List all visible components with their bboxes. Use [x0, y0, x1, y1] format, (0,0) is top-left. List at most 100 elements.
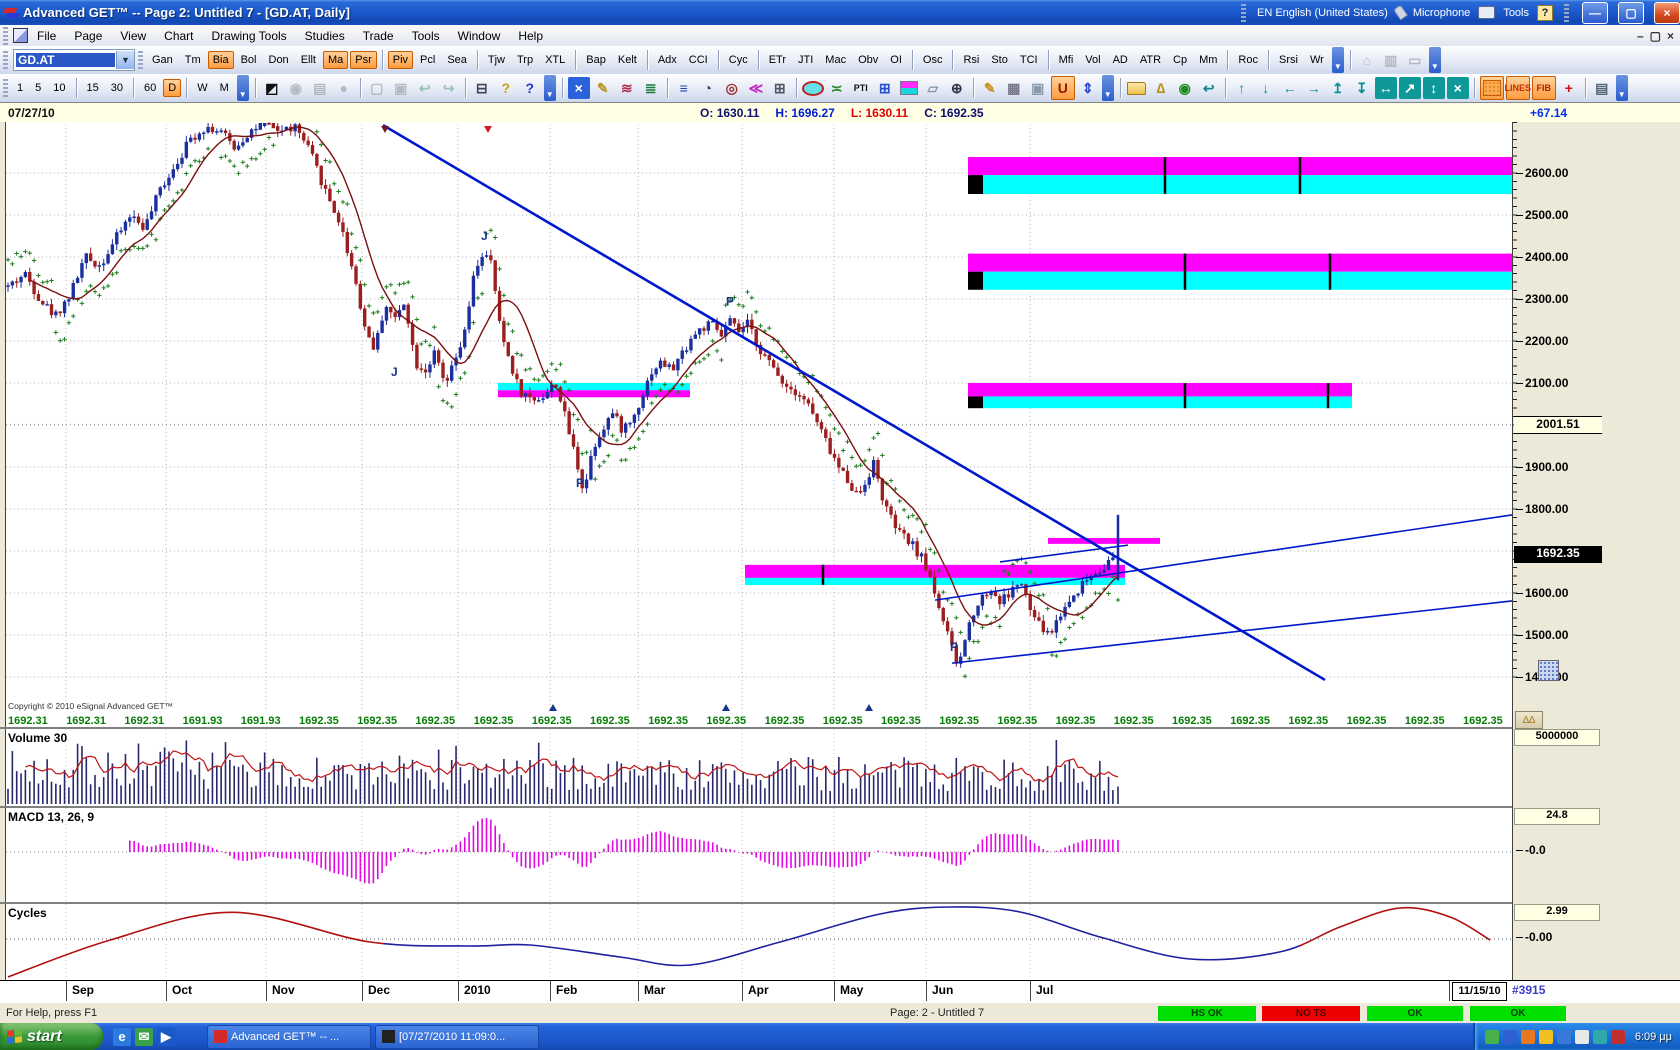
bar-type-icon[interactable]: ▤	[309, 77, 331, 99]
align-icon[interactable]: ⇕	[1077, 77, 1099, 99]
ellipse-tool-icon[interactable]	[802, 77, 824, 99]
chart-window-icon[interactable]	[13, 28, 28, 43]
multi-lines-icon[interactable]: ≣	[640, 77, 662, 99]
restore-button[interactable]: ▢	[1618, 2, 1644, 24]
region-icon[interactable]	[1480, 76, 1504, 100]
study-button-adx[interactable]: Adx	[653, 51, 682, 69]
taskbar-task-2[interactable]: [07/27/2010 11:09:0...	[375, 1025, 539, 1049]
tray-icon-5[interactable]	[1557, 1030, 1571, 1044]
combo-dropdown-icon[interactable]: ▼	[116, 51, 134, 69]
study-button-kelt[interactable]: Kelt	[613, 51, 642, 69]
eraser-icon[interactable]: ▱	[922, 77, 944, 99]
step-down-icon[interactable]: ↧	[1351, 77, 1373, 99]
tray-icon-7[interactable]	[1593, 1030, 1607, 1044]
forward-icon[interactable]: ↪	[438, 77, 460, 99]
study-button-etr[interactable]: ETr	[764, 51, 791, 69]
toolbar-overflow-icon[interactable]: ▼	[544, 75, 556, 101]
interval-button-1[interactable]: 1	[12, 79, 28, 97]
tray-icon-6[interactable]	[1575, 1030, 1589, 1044]
study-button-ellt[interactable]: Ellt	[296, 51, 321, 69]
price-axis[interactable]: 2600.002500.002400.002300.002200.002100.…	[1512, 122, 1680, 980]
window-icon[interactable]: ▭	[1404, 49, 1426, 71]
home-icon[interactable]: ⌂	[1356, 49, 1378, 71]
menu-studies[interactable]: Studies	[296, 27, 354, 45]
target-icon[interactable]: ◎	[721, 77, 743, 99]
language-tools-button[interactable]: Tools	[1503, 7, 1529, 19]
scales-button[interactable]: ∆∆	[1515, 711, 1543, 729]
fan-lines-icon[interactable]: ≪	[745, 77, 767, 99]
menu-page[interactable]: Page	[65, 27, 111, 45]
arrow-left-icon[interactable]: ←	[1279, 77, 1301, 99]
clock-icon[interactable]: ◔	[697, 77, 719, 99]
expand-v-icon[interactable]: ↕	[1423, 77, 1445, 99]
properties-icon[interactable]: ▤	[1591, 77, 1613, 99]
interval-button-5[interactable]: 5	[30, 79, 46, 97]
quicklaunch-media-icon[interactable]: ▶	[157, 1028, 175, 1046]
study-button-jti[interactable]: JTI	[793, 51, 818, 69]
taskbar-task-1[interactable]: Advanced GET™ -- ...	[207, 1025, 371, 1049]
study-button-srsi[interactable]: Srsi	[1274, 51, 1303, 69]
interval-button-60[interactable]: 60	[139, 79, 161, 97]
study-button-trp[interactable]: Trp	[512, 51, 538, 69]
language-indicator[interactable]: EN English (United States)	[1257, 7, 1388, 19]
tray-icon-1[interactable]	[1485, 1030, 1499, 1044]
study-button-osc[interactable]: Osc	[918, 51, 948, 69]
study-button-tm[interactable]: Tm	[180, 51, 206, 69]
interval-button-30[interactable]: 30	[106, 79, 128, 97]
volume-panel[interactable]: Volume 30	[0, 727, 1512, 808]
menu-window[interactable]: Window	[449, 27, 510, 45]
context-help-icon[interactable]: ?	[519, 77, 541, 99]
arrow-up-icon[interactable]: ↑	[1231, 77, 1253, 99]
language-bar-grip[interactable]	[1241, 4, 1246, 22]
study-button-mm[interactable]: Mm	[1194, 51, 1222, 69]
close-button[interactable]: ×	[1654, 2, 1680, 24]
study-button-sto[interactable]: Sto	[986, 51, 1013, 69]
mdi-minimize-button[interactable]: –	[1637, 29, 1644, 43]
study-button-psr[interactable]: Psr	[350, 51, 377, 69]
symbol-input[interactable]: GD.AT	[16, 53, 115, 67]
start-button[interactable]: start	[0, 1023, 103, 1050]
tray-icon-4[interactable]	[1539, 1030, 1553, 1044]
study-button-xtl[interactable]: XTL	[540, 51, 570, 69]
study-button-piv[interactable]: Piv	[388, 51, 413, 69]
chart-canvas[interactable]: JJPPPCopyright © 2010 eSignal Advanced G…	[0, 122, 1512, 727]
study-button-ad[interactable]: AD	[1108, 51, 1133, 69]
mob-icon[interactable]	[898, 77, 920, 99]
menu-file[interactable]: File	[28, 27, 65, 45]
cycles-panel[interactable]: Cycles	[0, 902, 1512, 982]
pencil-icon[interactable]: ✎	[592, 77, 614, 99]
study-button-roc[interactable]: Roc	[1233, 51, 1263, 69]
trendlines-icon[interactable]: ≡	[673, 77, 695, 99]
grid-blue-icon[interactable]: ⊞	[874, 77, 896, 99]
interval-button-15[interactable]: 15	[82, 79, 104, 97]
toolbar-overflow-icon[interactable]: ▼	[237, 75, 249, 101]
study-button-ma[interactable]: Ma	[323, 51, 348, 69]
symbol-combobox[interactable]: GD.AT▼	[13, 49, 135, 71]
pencil2-icon[interactable]: ✎	[979, 77, 1001, 99]
study-button-don[interactable]: Don	[264, 51, 294, 69]
study-button-obv[interactable]: Obv	[853, 51, 883, 69]
study-button-mac[interactable]: Mac	[820, 51, 851, 69]
menu-help[interactable]: Help	[509, 27, 552, 45]
study-button-cyc[interactable]: Cyc	[724, 51, 753, 69]
interval-button-m[interactable]: M	[215, 79, 234, 97]
tray-icon-3[interactable]	[1521, 1030, 1535, 1044]
toolbar-overflow-icon[interactable]: ▼	[1429, 47, 1441, 73]
fib-panel-icon[interactable]: FIB	[1532, 76, 1556, 100]
menu-trade[interactable]: Trade	[354, 27, 403, 45]
study-button-bol[interactable]: Bol	[236, 51, 262, 69]
study-button-cp[interactable]: Cp	[1168, 51, 1192, 69]
oval-tool-icon[interactable]: ●	[333, 77, 355, 99]
chart-style-icon[interactable]: ◩	[261, 77, 283, 99]
layout-grid-icon[interactable]: ▦	[1003, 77, 1025, 99]
toolbar-grip[interactable]	[3, 51, 8, 69]
study-button-sea[interactable]: Sea	[442, 51, 472, 69]
study-button-rsi[interactable]: Rsi	[958, 51, 984, 69]
toolbar-overflow-icon[interactable]: ▼	[1102, 75, 1114, 101]
update-icon[interactable]: U	[1051, 76, 1075, 100]
objects-icon[interactable]: ◉	[1174, 77, 1196, 99]
study-button-atr[interactable]: ATR	[1135, 51, 1166, 69]
tray-icon-8[interactable]	[1611, 1030, 1625, 1044]
study-button-bia[interactable]: Bia	[208, 51, 234, 69]
arrow-down-icon[interactable]: ↓	[1255, 77, 1277, 99]
